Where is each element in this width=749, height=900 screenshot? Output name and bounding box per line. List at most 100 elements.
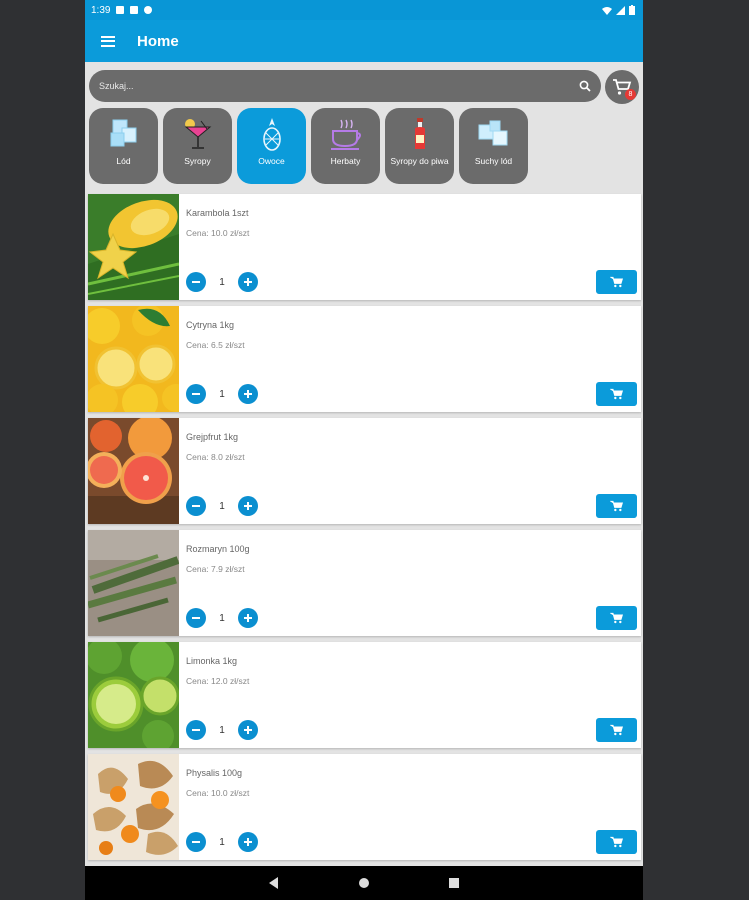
product-price: Cena: 12.0 zł/szt [186, 676, 250, 686]
quantity-stepper: 1 [186, 384, 258, 404]
cart-icon [609, 388, 623, 400]
add-to-cart-button[interactable] [596, 494, 637, 518]
category-label: Lód [116, 156, 131, 166]
plus-icon [244, 614, 252, 622]
add-to-cart-button[interactable] [596, 270, 637, 294]
decrease-quantity-button[interactable] [186, 272, 206, 292]
category-suchy-lod[interactable]: Suchy lód [459, 108, 528, 184]
add-to-cart-button[interactable] [596, 382, 637, 406]
cart-icon [609, 724, 623, 736]
quantity-stepper: 1 [186, 272, 258, 292]
plus-icon [244, 726, 252, 734]
product-card: Limonka 1kg Cena: 12.0 zł/szt 1 [88, 642, 641, 748]
notification-icon [116, 6, 125, 14]
cart-icon [609, 612, 623, 624]
category-label: Herbaty [330, 156, 361, 166]
rosemary-photo [88, 530, 179, 636]
product-price: Cena: 7.9 zł/szt [186, 564, 245, 574]
physalis-photo [88, 754, 179, 860]
category-lod[interactable]: Lód [89, 108, 158, 184]
category-label: Owoce [258, 156, 285, 166]
battery-icon [629, 5, 635, 15]
carambola-photo [88, 194, 179, 300]
back-nav-icon[interactable] [264, 873, 284, 893]
quantity-value: 1 [219, 388, 225, 400]
category-syropy[interactable]: Syropy [163, 108, 232, 184]
category-label: Suchy lód [474, 156, 513, 166]
device-screen: 1:39 Home 8 [85, 0, 643, 900]
quantity-value: 1 [219, 500, 225, 512]
product-card: Cytryna 1kg Cena: 6.5 zł/szt 1 [88, 306, 641, 412]
product-price: Cena: 10.0 zł/szt [186, 228, 250, 238]
cart-icon [609, 500, 623, 512]
pineapple-icon [254, 116, 290, 152]
ice-cubes-icon [106, 116, 142, 152]
increase-quantity-button[interactable] [238, 832, 258, 852]
cocktail-glass-icon [180, 116, 216, 152]
plus-icon [244, 278, 252, 286]
category-label: Syropy [184, 156, 211, 166]
minus-icon [192, 281, 200, 283]
minus-icon [192, 393, 200, 395]
cart-icon [609, 276, 623, 288]
quantity-value: 1 [219, 276, 225, 288]
product-list: Karambola 1szt Cena: 10.0 zł/szt 1 Cytry… [85, 194, 643, 860]
product-name: Karambola 1szt [186, 208, 249, 218]
quantity-stepper: 1 [186, 608, 258, 628]
search-bar[interactable] [89, 70, 601, 102]
cart-badge: 8 [625, 89, 636, 100]
decrease-quantity-button[interactable] [186, 496, 206, 516]
plus-icon [244, 838, 252, 846]
minus-icon [192, 617, 200, 619]
lemon-photo [88, 306, 179, 412]
system-nav-bar [85, 866, 643, 900]
lime-photo [88, 642, 179, 748]
increase-quantity-button[interactable] [238, 720, 258, 740]
cart-button[interactable]: 8 [605, 70, 639, 104]
product-card: Grejpfrut 1kg Cena: 8.0 zł/szt 1 [88, 418, 641, 524]
product-name: Rozmaryn 100g [186, 544, 250, 554]
wifi-icon [602, 6, 612, 15]
category-syropy-do-piwa[interactable]: Syropy do piwa [385, 108, 454, 184]
search-input[interactable] [97, 80, 579, 92]
increase-quantity-button[interactable] [238, 272, 258, 292]
decrease-quantity-button[interactable] [186, 832, 206, 852]
product-name: Cytryna 1kg [186, 320, 235, 330]
home-nav-icon[interactable] [354, 873, 374, 893]
status-time: 1:39 [91, 4, 111, 16]
minus-icon [192, 505, 200, 507]
decrease-quantity-button[interactable] [186, 384, 206, 404]
increase-quantity-button[interactable] [238, 608, 258, 628]
menu-icon[interactable] [101, 35, 115, 47]
add-to-cart-button[interactable] [596, 606, 637, 630]
category-owoce[interactable]: Owoce [237, 108, 306, 184]
decrease-quantity-button[interactable] [186, 608, 206, 628]
cart-icon [609, 836, 623, 848]
category-chips: Lód Syropy Owoce Herbaty Syropy do piwa … [85, 108, 643, 186]
tea-cup-icon [328, 116, 364, 152]
decrease-quantity-button[interactable] [186, 720, 206, 740]
signal-icon [616, 5, 625, 15]
recents-nav-icon[interactable] [444, 873, 464, 893]
quantity-value: 1 [219, 612, 225, 624]
increase-quantity-button[interactable] [238, 384, 258, 404]
product-card: Physalis 100g Cena: 10.0 zł/szt 1 [88, 754, 641, 860]
product-name: Physalis 100g [186, 768, 243, 778]
plus-icon [244, 502, 252, 510]
quantity-stepper: 1 [186, 496, 258, 516]
plus-icon [244, 390, 252, 398]
quantity-stepper: 1 [186, 720, 258, 740]
grapefruit-photo [88, 418, 179, 524]
sd-card-icon [130, 6, 139, 14]
product-price: Cena: 10.0 zł/szt [186, 788, 250, 798]
add-to-cart-button[interactable] [596, 830, 637, 854]
add-to-cart-button[interactable] [596, 718, 637, 742]
product-name: Grejpfrut 1kg [186, 432, 239, 442]
category-herbaty[interactable]: Herbaty [311, 108, 380, 184]
sync-icon [144, 6, 153, 14]
increase-quantity-button[interactable] [238, 496, 258, 516]
search-icon[interactable] [579, 80, 591, 92]
product-card: Karambola 1szt Cena: 10.0 zł/szt 1 [88, 194, 641, 300]
quantity-value: 1 [219, 836, 225, 848]
syrup-bottle-icon [402, 116, 438, 152]
